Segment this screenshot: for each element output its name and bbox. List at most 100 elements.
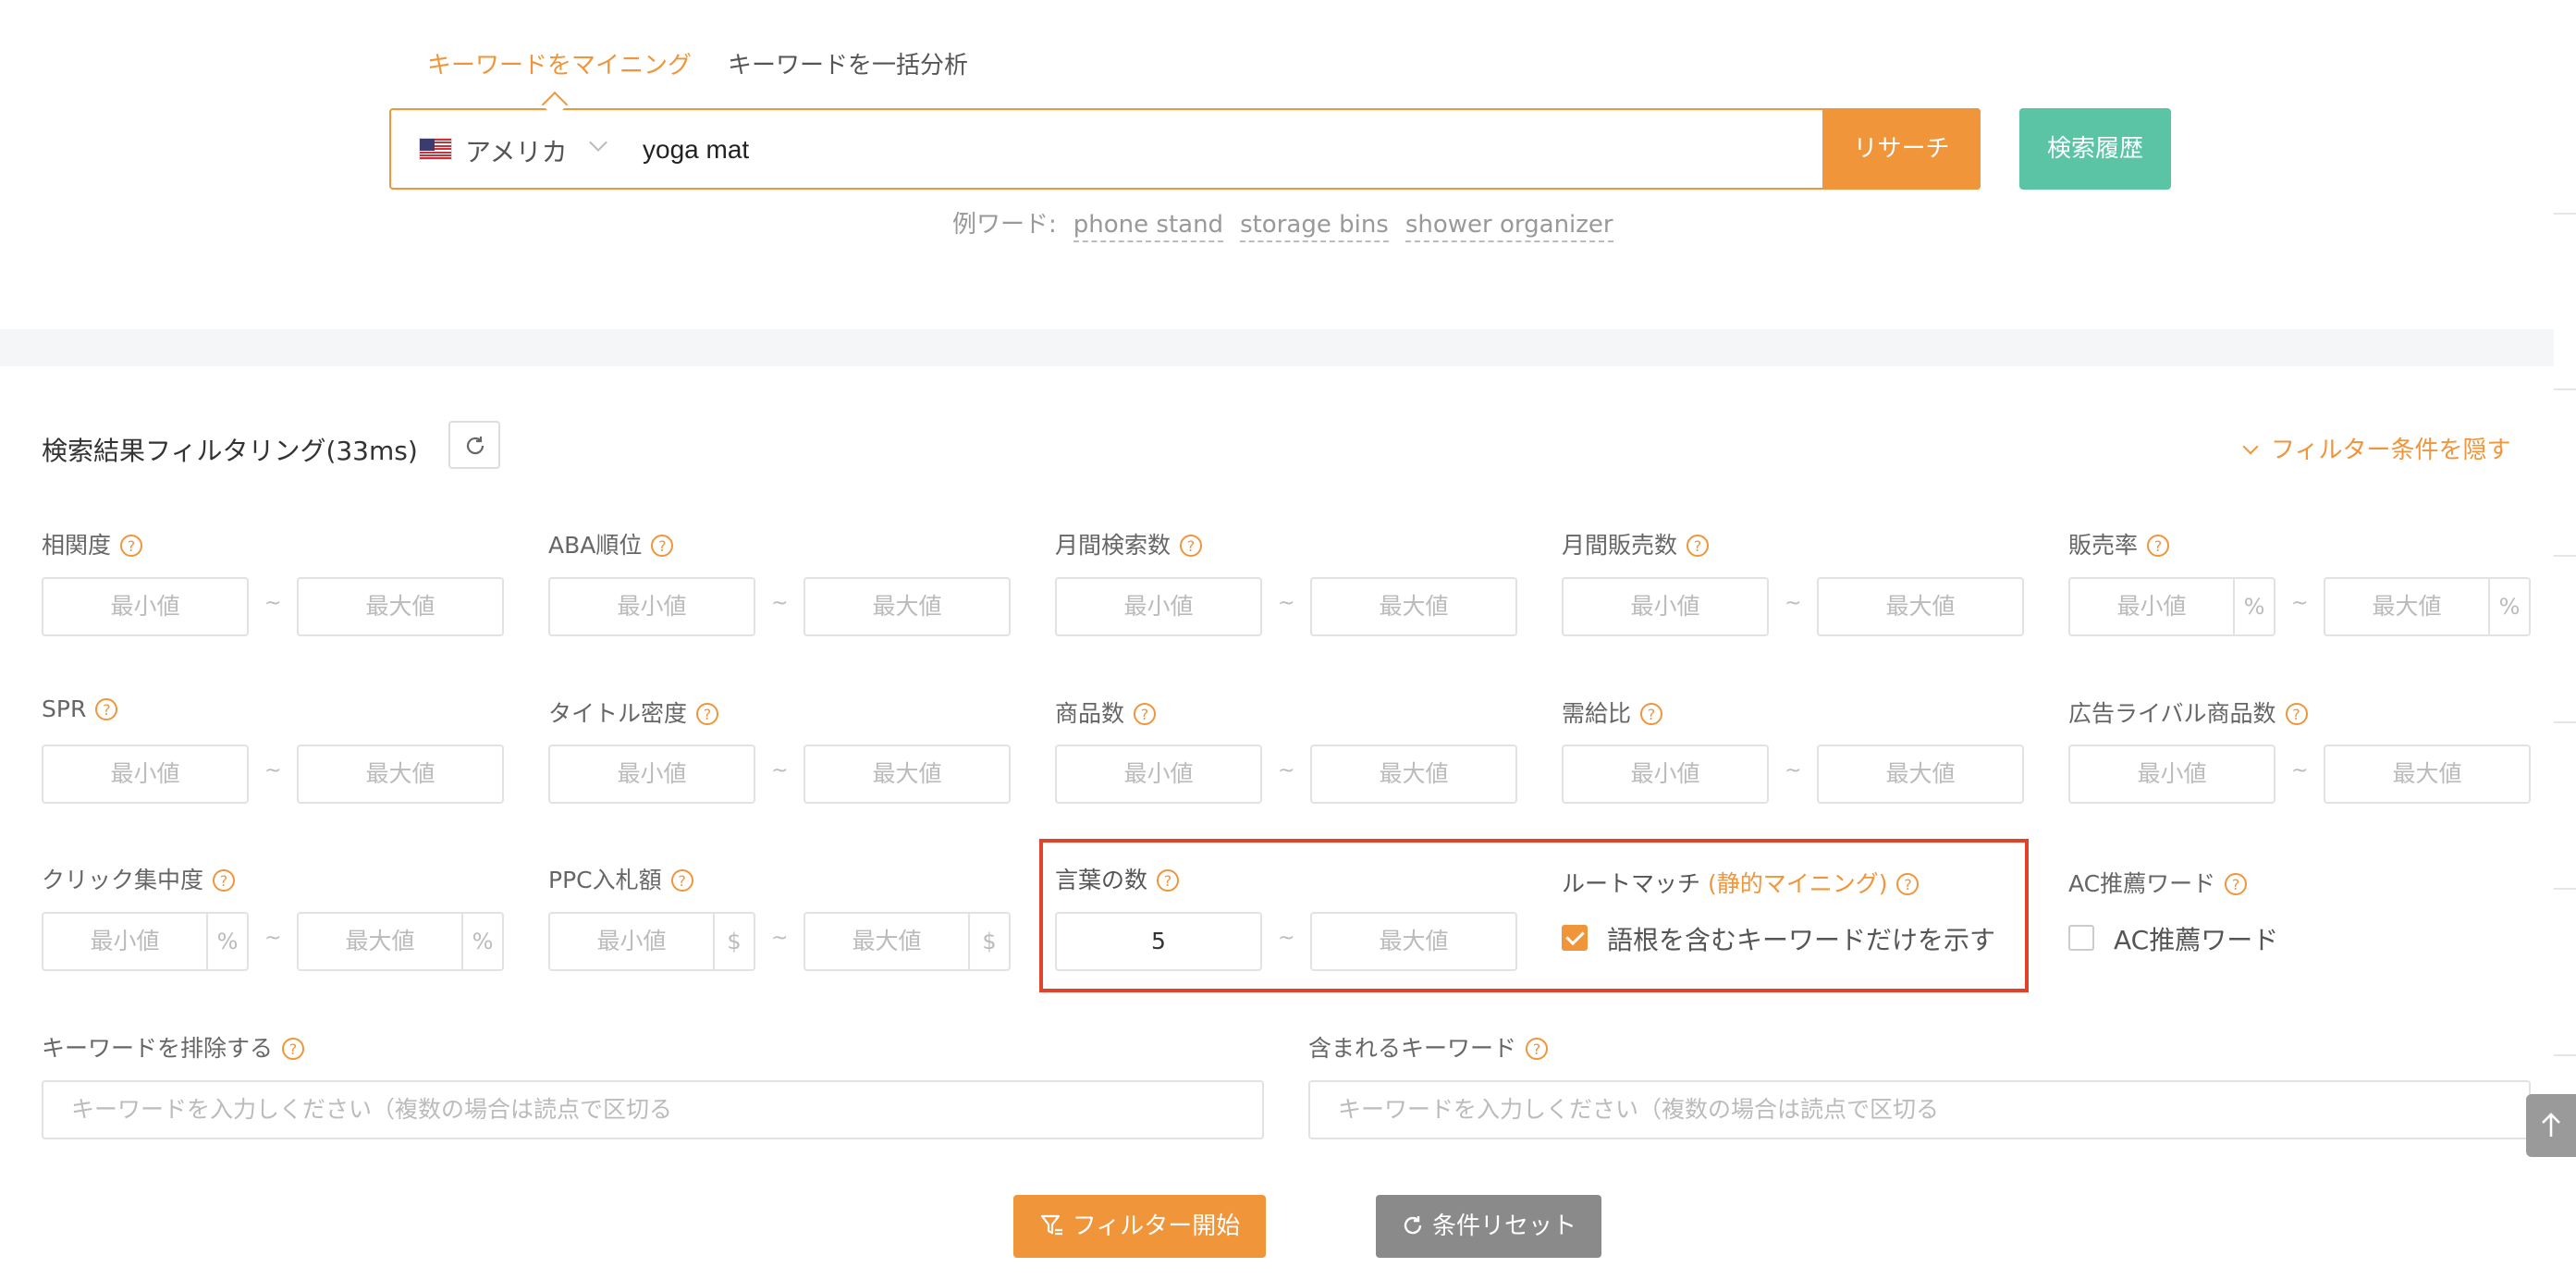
help-icon[interactable]: ? bbox=[2147, 535, 2170, 557]
spr-max-input[interactable]: 最大値 bbox=[297, 745, 504, 804]
tab-keyword-mining[interactable]: キーワードをマイニング bbox=[427, 46, 692, 80]
help-icon[interactable]: ? bbox=[2285, 703, 2308, 725]
help-icon[interactable]: ? bbox=[1687, 535, 1710, 557]
country-select[interactable]: アメリカ bbox=[465, 132, 568, 169]
help-icon[interactable]: ? bbox=[1526, 1038, 1549, 1060]
help-icon[interactable]: ? bbox=[670, 869, 693, 892]
monthly-sales-min-input[interactable]: 最小値 bbox=[1562, 577, 1769, 636]
scroll-to-top-button[interactable] bbox=[2526, 1094, 2576, 1157]
help-icon[interactable]: ? bbox=[120, 535, 143, 557]
range-separator: ~ bbox=[1278, 927, 1295, 950]
hide-filters-toggle[interactable]: フィルター条件を隠す bbox=[2242, 431, 2510, 465]
help-icon[interactable]: ? bbox=[696, 703, 719, 725]
ppc-bid-min-input[interactable]: 最小値 $ bbox=[548, 912, 755, 971]
relevance-max-input[interactable]: 最大値 bbox=[297, 577, 504, 636]
keyword-search-input[interactable] bbox=[643, 127, 1845, 173]
section-divider bbox=[0, 329, 2554, 366]
help-icon[interactable]: ? bbox=[651, 535, 674, 557]
refresh-button[interactable] bbox=[448, 421, 500, 469]
static-mining-tag: (静的マイニング) bbox=[1707, 870, 1888, 897]
range-separator: ~ bbox=[2291, 592, 2309, 615]
title-density-max-input[interactable]: 最大値 bbox=[803, 745, 1011, 804]
help-icon[interactable]: ? bbox=[95, 698, 118, 720]
word-count-min-input[interactable]: 5 bbox=[1055, 912, 1262, 971]
search-history-button[interactable]: 検索履歴 bbox=[2019, 108, 2171, 190]
product-count-label: 商品数? bbox=[1055, 695, 1157, 729]
title-density-min-input[interactable]: 最小値 bbox=[548, 745, 755, 804]
example-link[interactable]: shower organizer bbox=[1405, 211, 1613, 242]
word-count-max-input[interactable]: 最大値 bbox=[1310, 912, 1517, 971]
help-icon[interactable]: ? bbox=[1180, 535, 1203, 557]
help-icon[interactable]: ? bbox=[1640, 703, 1663, 725]
help-icon[interactable]: ? bbox=[1157, 869, 1180, 892]
root-match-checkbox[interactable] bbox=[1562, 925, 1588, 951]
edge-divider bbox=[2554, 213, 2576, 215]
ad-rivals-label: 広告ライバル商品数? bbox=[2068, 695, 2308, 729]
sales-rate-min-input[interactable]: 最小値% bbox=[2068, 577, 2275, 636]
product-count-min-input[interactable]: 最小値 bbox=[1055, 745, 1262, 804]
arrow-up-icon bbox=[2542, 1113, 2560, 1137]
ac-recommend-checkbox[interactable] bbox=[2068, 925, 2094, 951]
ad-rivals-max-input[interactable]: 最大値 bbox=[2324, 745, 2531, 804]
aba-rank-label: ABA順位? bbox=[548, 527, 674, 560]
monthly-search-label: 月間検索数? bbox=[1055, 527, 1203, 560]
percent-suffix: % bbox=[2233, 579, 2274, 634]
reset-conditions-label: 条件リセット bbox=[1431, 1212, 1576, 1240]
help-icon[interactable]: ? bbox=[1134, 703, 1157, 725]
relevance-label: 相関度? bbox=[42, 527, 143, 560]
example-words: 例ワード: phone stand storage bins shower organ… bbox=[952, 205, 1613, 242]
edge-divider bbox=[2554, 721, 2576, 723]
edge-divider bbox=[2554, 555, 2576, 557]
edge-divider bbox=[2554, 388, 2576, 390]
start-filter-label: フィルター開始 bbox=[1072, 1212, 1241, 1240]
sales-rate-label: 販売率? bbox=[2068, 527, 2170, 560]
tab-bulk-analysis[interactable]: キーワードを一括分析 bbox=[728, 46, 968, 80]
help-icon[interactable]: ? bbox=[2225, 873, 2248, 895]
example-link[interactable]: phone stand bbox=[1073, 211, 1224, 242]
chevron-down-icon[interactable] bbox=[589, 133, 607, 152]
example-label: 例ワード: bbox=[952, 211, 1057, 239]
ppc-bid-label: PPC入札額? bbox=[548, 862, 693, 895]
relevance-min-input[interactable]: 最小値 bbox=[42, 577, 249, 636]
spr-label: SPR? bbox=[42, 695, 118, 722]
supply-demand-max-input[interactable]: 最大値 bbox=[1817, 745, 2024, 804]
root-match-checkbox-label[interactable]: 語根を含むキーワードだけを示す bbox=[1607, 920, 1995, 957]
ppc-bid-max-input[interactable]: 最大値 $ bbox=[803, 912, 1011, 971]
help-icon[interactable]: ? bbox=[282, 1038, 305, 1060]
title-density-label: タイトル密度? bbox=[548, 695, 719, 729]
help-icon[interactable]: ? bbox=[213, 869, 236, 892]
click-concentration-min-input[interactable]: 最小値% bbox=[42, 912, 249, 971]
monthly-search-max-input[interactable]: 最大値 bbox=[1310, 577, 1517, 636]
spr-min-input[interactable]: 最小値 bbox=[42, 745, 249, 804]
range-separator: ~ bbox=[264, 927, 282, 950]
include-keywords-input[interactable]: キーワードを入力しください（複数の場合は読点で区切る bbox=[1308, 1080, 2531, 1139]
aba-rank-max-input[interactable]: 最大値 bbox=[803, 577, 1011, 636]
start-filter-button[interactable]: フィルター開始 bbox=[1013, 1195, 1266, 1258]
monthly-search-min-input[interactable]: 最小値 bbox=[1055, 577, 1262, 636]
example-link[interactable]: storage bins bbox=[1240, 211, 1389, 242]
filter-title: 検索結果フィルタリング(33ms) bbox=[42, 436, 418, 466]
range-separator: ~ bbox=[1278, 759, 1295, 782]
product-count-max-input[interactable]: 最大値 bbox=[1310, 745, 1517, 804]
dollar-suffix: $ bbox=[713, 914, 754, 969]
ac-recommend-checkbox-label[interactable]: AC推薦ワード bbox=[2114, 920, 2278, 957]
dollar-suffix: $ bbox=[968, 914, 1009, 969]
range-separator: ~ bbox=[771, 759, 789, 782]
supply-demand-label: 需給比? bbox=[1562, 695, 1663, 729]
research-button[interactable]: リサーチ bbox=[1822, 108, 1981, 190]
range-separator: ~ bbox=[771, 592, 789, 615]
aba-rank-min-input[interactable]: 最小値 bbox=[548, 577, 755, 636]
sales-rate-max-input[interactable]: 最大値% bbox=[2324, 577, 2531, 636]
range-separator: ~ bbox=[1278, 592, 1295, 615]
range-separator: ~ bbox=[1785, 592, 1802, 615]
help-icon[interactable]: ? bbox=[1896, 873, 1920, 895]
monthly-sales-max-input[interactable]: 最大値 bbox=[1817, 577, 2024, 636]
range-separator: ~ bbox=[771, 927, 789, 950]
range-separator: ~ bbox=[264, 759, 282, 782]
supply-demand-min-input[interactable]: 最小値 bbox=[1562, 745, 1769, 804]
exclude-keywords-input[interactable]: キーワードを入力しください（複数の場合は読点で区切る bbox=[42, 1080, 1264, 1139]
word-count-label: 言葉の数? bbox=[1055, 862, 1180, 895]
reset-conditions-button[interactable]: 条件リセット bbox=[1376, 1195, 1601, 1258]
ad-rivals-min-input[interactable]: 最小値 bbox=[2068, 745, 2275, 804]
click-concentration-max-input[interactable]: 最大値% bbox=[297, 912, 504, 971]
